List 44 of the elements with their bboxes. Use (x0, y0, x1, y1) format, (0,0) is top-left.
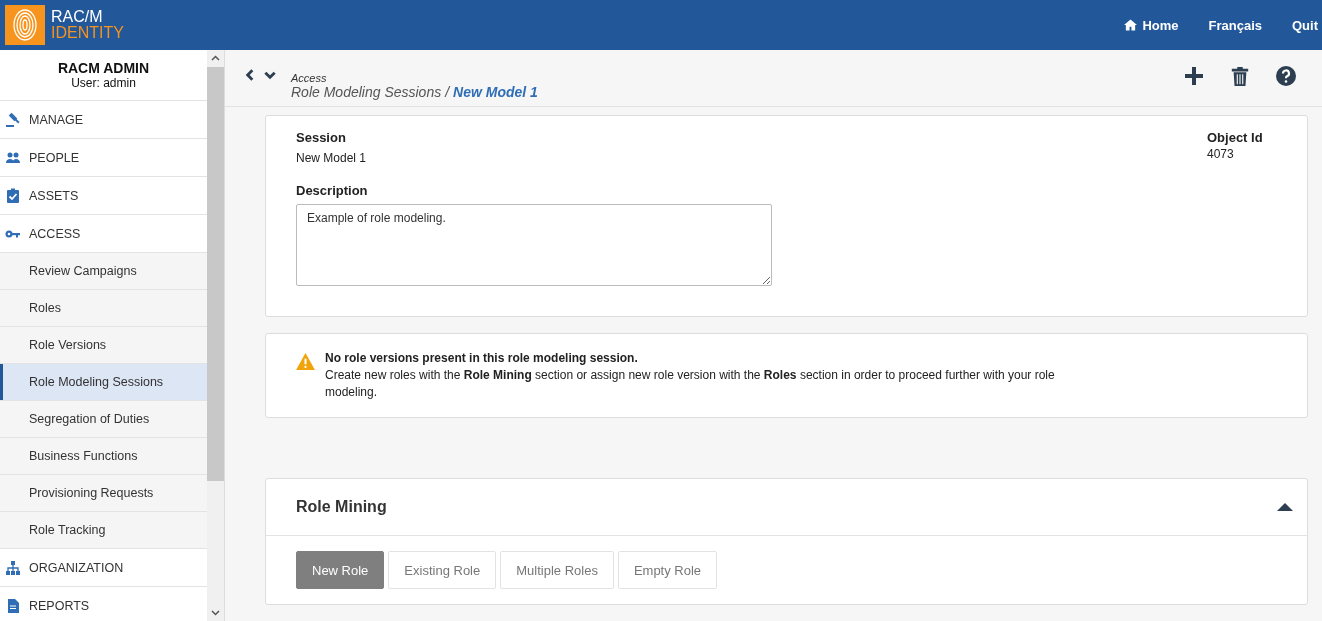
field-value: New Model 1 (296, 151, 367, 165)
fingerprint-logo-icon (5, 5, 45, 45)
logo-subtitle: IDENTITY (51, 25, 124, 41)
scrollbar[interactable] (207, 50, 224, 621)
account-name: RACM ADMIN (57, 60, 150, 76)
field-label: Session (296, 130, 347, 145)
header-link[interactable]: Quit (1292, 17, 1318, 33)
help-icon[interactable] (1276, 66, 1296, 86)
org-chart-icon (5, 559, 21, 576)
account-user: User: admin (71, 76, 136, 90)
nav-subitem[interactable]: Role Modeling Sessions (0, 364, 207, 401)
nav-subitem[interactable]: Roles (0, 290, 207, 327)
tab[interactable]: Multiple Roles (500, 551, 614, 589)
description-field[interactable]: Example of role modeling. (296, 204, 772, 286)
nav-subitem[interactable]: Review Campaigns (0, 253, 207, 290)
nav-subitem[interactable]: Segregation of Duties (0, 401, 207, 438)
field-value: 4073 (1207, 147, 1235, 161)
nav-subitem[interactable]: Provisioning Requests (0, 475, 207, 512)
section-title: Role Mining (296, 498, 387, 516)
document-icon (5, 597, 21, 614)
trash-icon[interactable] (1230, 66, 1250, 86)
header-link[interactable]: Français (1208, 17, 1262, 33)
breadcrumb-separator: / (445, 84, 450, 100)
nav-subitem[interactable]: Business Functions (0, 438, 207, 475)
logo-name: RAC/M (51, 9, 104, 25)
breadcrumb-section: Access (291, 72, 538, 84)
breadcrumb-link[interactable]: Role Modeling Sessions (291, 84, 442, 100)
warning-message: Create new roles with the Role Mining section or assign new role version with the Roles section in order to proceed further with your role modeling. (325, 367, 1056, 401)
add-icon[interactable] (1184, 66, 1204, 86)
tab[interactable]: Empty Role (617, 551, 718, 589)
nav-subitem[interactable]: Role Versions (0, 327, 207, 364)
nav-subitem[interactable]: Role Tracking (0, 512, 207, 549)
gavel-icon (5, 111, 21, 128)
home-icon (1124, 19, 1138, 31)
warning-icon (296, 353, 315, 370)
field-label: Description (296, 183, 369, 198)
field-label: Object Id (1207, 130, 1263, 145)
clipboard-check-icon (5, 187, 21, 204)
tab[interactable]: New Role (296, 551, 385, 589)
collapse-icon[interactable] (1277, 502, 1293, 512)
header-link[interactable]: Home (1124, 17, 1179, 33)
tab[interactable]: Existing Role (388, 551, 497, 589)
breadcrumb-current: New Model 1 (453, 84, 538, 100)
warning-title: No role versions present in this role modeling session. (325, 350, 639, 367)
